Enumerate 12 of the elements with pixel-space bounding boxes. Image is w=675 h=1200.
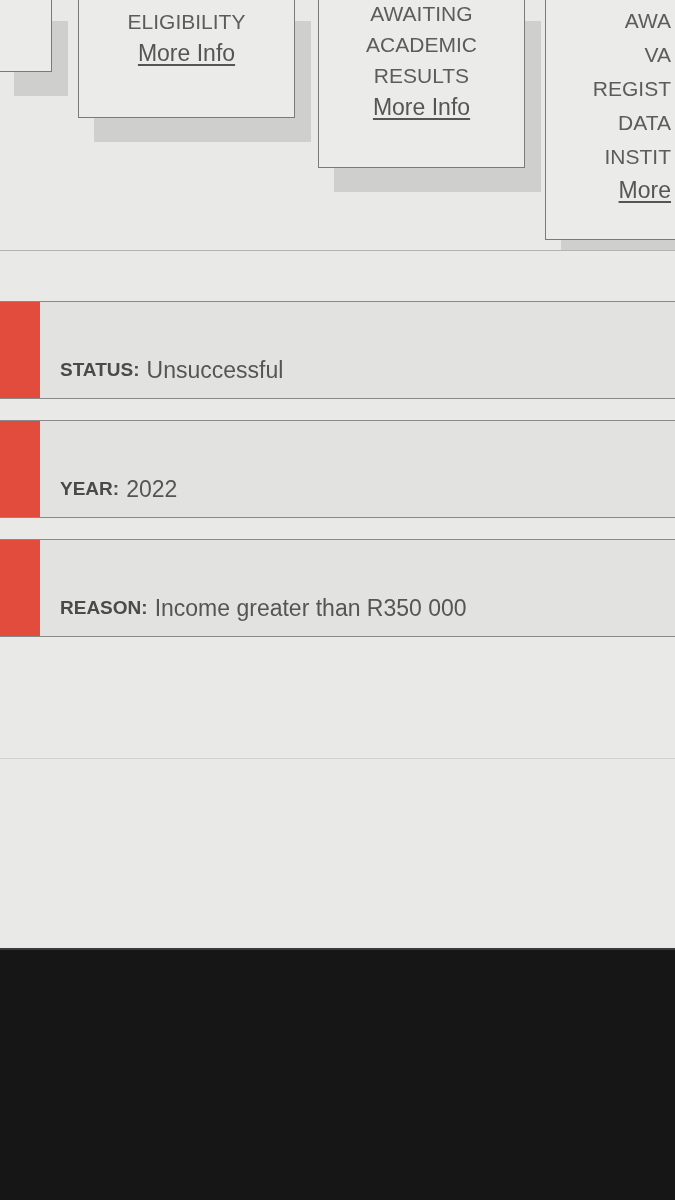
more-info-link[interactable]: More Info <box>372 91 471 123</box>
detail-value: 2022 <box>126 475 178 503</box>
detail-label: STATUS: <box>60 358 140 382</box>
card-title: AWA VA REGIST DATA INSTIT <box>592 8 671 170</box>
detail-label: YEAR: <box>60 477 120 501</box>
more-info-link[interactable]: More <box>618 174 671 206</box>
card-title: ELIGIBILITY <box>127 9 246 35</box>
more-info-link[interactable]: More Info <box>137 37 236 69</box>
detail-value: Income greater than R350 000 <box>154 594 467 622</box>
detail-label: REASON: <box>60 596 148 620</box>
card-title: AWAITING ACADEMIC RESULTS <box>366 1 477 89</box>
detail-value: Unsuccessful <box>146 356 284 384</box>
